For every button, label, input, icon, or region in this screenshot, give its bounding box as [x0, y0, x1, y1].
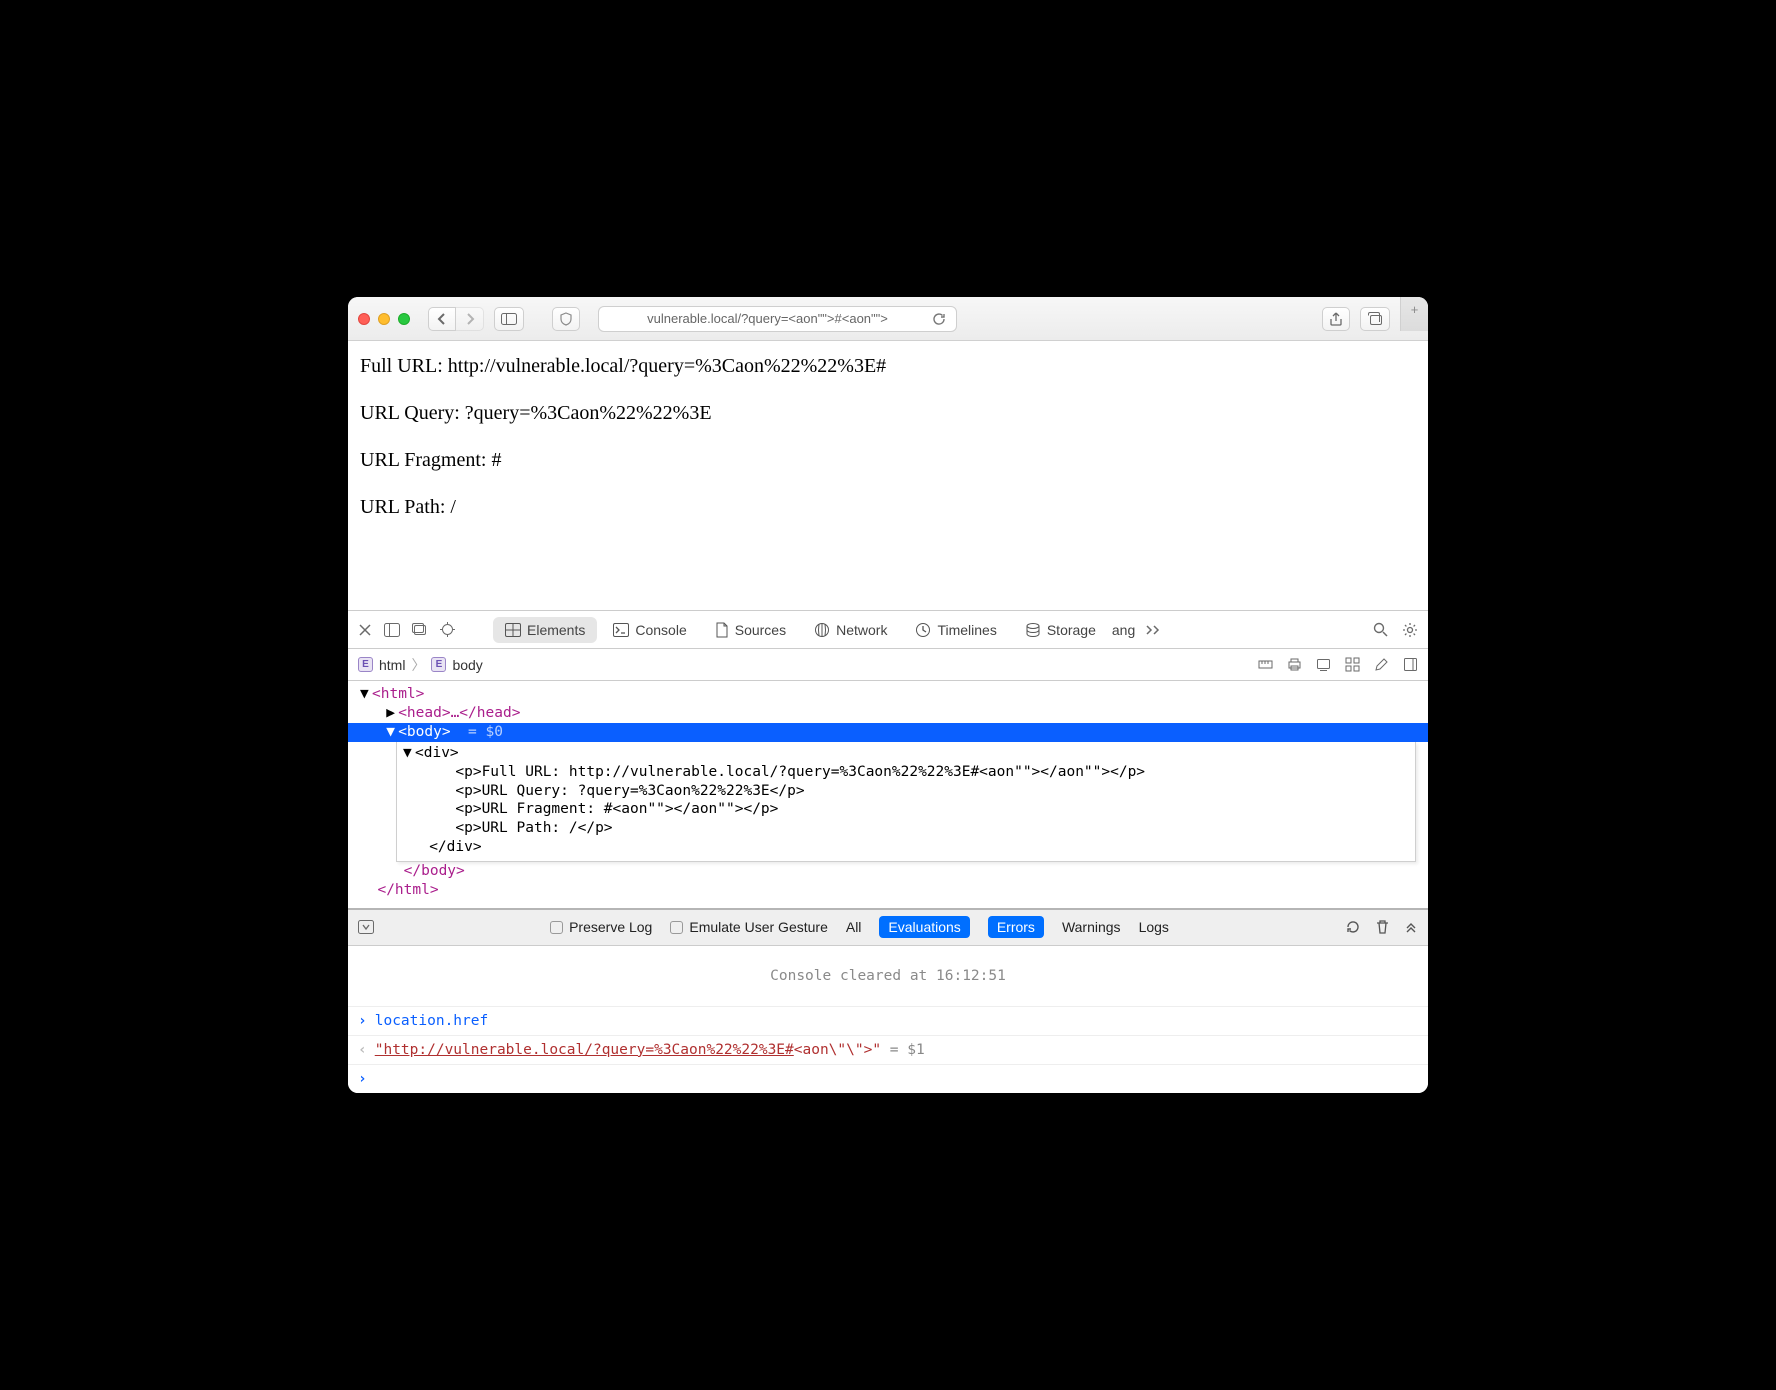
dom-p4: <p>URL Path: /</p> [455, 820, 612, 836]
close-window-button[interactable] [358, 313, 370, 325]
refresh-icon[interactable] [1345, 919, 1361, 935]
filter-warnings[interactable]: Warnings [1062, 919, 1121, 935]
search-icon[interactable] [1373, 622, 1388, 637]
chevron-right-icon [465, 313, 475, 325]
safari-window: vulnerable.local/?query=<aon"">#<aon""> … [348, 297, 1428, 1092]
zoom-window-button[interactable] [398, 313, 410, 325]
page-content: Full URL: http://vulnerable.local/?query… [348, 341, 1428, 611]
chevron-up-double-icon[interactable] [1404, 920, 1418, 934]
window-controls [358, 313, 410, 325]
pencil-icon[interactable] [1374, 657, 1389, 672]
shield-icon [559, 312, 573, 326]
prompt-in-icon: › [358, 1013, 367, 1029]
nav-buttons [428, 307, 484, 331]
dock-detach-icon[interactable] [412, 623, 428, 637]
share-icon [1329, 312, 1343, 326]
dom-div-contents[interactable]: ▼<div> <p>Full URL: http://vulnerable.lo… [396, 742, 1416, 862]
prompt-out-icon: ‹ [358, 1042, 367, 1058]
grid-icon[interactable] [1345, 657, 1360, 672]
breadcrumb-body[interactable]: body [452, 657, 482, 673]
devtools-tabs: Elements Console Sources Network Timelin… [348, 611, 1428, 649]
dom-p3: <p>URL Fragment: #<aon""></aon""></p> [455, 801, 778, 817]
dock-left-icon[interactable] [384, 623, 400, 637]
tab-more[interactable] [1139, 619, 1169, 641]
filter-errors[interactable]: Errors [988, 916, 1044, 938]
tabs-icon [1367, 312, 1383, 326]
dom-p1: <p>Full URL: http://vulnerable.local/?qu… [455, 764, 1145, 780]
storage-icon [1025, 622, 1041, 638]
preserve-log-checkbox[interactable]: Preserve Log [550, 919, 652, 935]
dom-head[interactable]: <head>…</head> [398, 705, 520, 721]
dom-html-open[interactable]: <html> [372, 686, 424, 702]
breadcrumb-html[interactable]: html [379, 657, 405, 673]
gear-icon[interactable] [1402, 622, 1418, 638]
dom-html-close: </html> [377, 882, 438, 898]
console-input-row[interactable]: › location.href [348, 1007, 1428, 1036]
sidebar-icon [501, 313, 517, 325]
console-filter-bar: Preserve Log Emulate User Gesture All Ev… [348, 910, 1428, 946]
sources-icon [715, 622, 729, 638]
minimize-window-button[interactable] [378, 313, 390, 325]
dom-tree[interactable]: ▼<html> ▶<head>…</head> ▼<body> = $0 ▼<d… [348, 681, 1428, 909]
network-icon [814, 622, 830, 638]
url-query-text: URL Query: ?query=%3Caon%22%22%3E [360, 402, 1416, 425]
filter-all[interactable]: All [846, 919, 862, 935]
ruler-icon[interactable] [1258, 657, 1273, 672]
new-tab-button[interactable]: + [1400, 297, 1428, 331]
address-bar[interactable]: vulnerable.local/?query=<aon"">#<aon""> [598, 306, 957, 332]
filter-evaluations[interactable]: Evaluations [879, 916, 969, 938]
browser-toolbar: vulnerable.local/?query=<aon"">#<aon""> … [348, 297, 1428, 341]
console-output: Console cleared at 16:12:51 › location.h… [348, 946, 1428, 1093]
tab-elements[interactable]: Elements [493, 617, 597, 643]
dom-p2: <p>URL Query: ?query=%3Caon%22%22%3E</p> [455, 783, 804, 799]
dom-body-selected[interactable]: ▼<body> = $0 [348, 723, 1428, 742]
share-button[interactable] [1322, 307, 1350, 331]
element-badge-icon: E [358, 657, 373, 672]
back-button[interactable] [428, 307, 456, 331]
trash-icon[interactable] [1375, 919, 1390, 935]
url-fragment-text: URL Fragment: # [360, 449, 1416, 472]
tabs-button[interactable] [1360, 307, 1390, 331]
sidebar-button[interactable] [494, 307, 524, 331]
element-badge-icon: E [431, 657, 446, 672]
filter-logs[interactable]: Logs [1139, 919, 1169, 935]
tab-sources[interactable]: Sources [703, 617, 798, 643]
timelines-icon [915, 622, 931, 638]
privacy-report-button[interactable] [552, 307, 580, 331]
console-prompt-row[interactable]: › [348, 1065, 1428, 1093]
elements-icon [505, 623, 521, 637]
target-icon[interactable] [440, 622, 455, 637]
emulate-gesture-checkbox[interactable]: Emulate User Gesture [670, 919, 828, 935]
chevron-left-icon [437, 313, 447, 325]
console-output-row[interactable]: ‹ "http://vulnerable.local/?query=%3Caon… [348, 1036, 1428, 1065]
tab-storage[interactable]: Storage [1013, 617, 1108, 643]
url-path-text: URL Path: / [360, 496, 1416, 519]
chevron-double-right-icon [1145, 624, 1163, 636]
reload-icon[interactable] [932, 312, 946, 326]
address-url: vulnerable.local/?query=<aon"">#<aon""> [609, 311, 926, 326]
prompt-in-icon: › [358, 1071, 367, 1087]
dom-breadcrumb: E html 〉 E body [348, 649, 1428, 681]
tab-console[interactable]: Console [601, 617, 698, 643]
dropdown-icon[interactable] [358, 920, 374, 934]
full-url-text: Full URL: http://vulnerable.local/?query… [360, 355, 1416, 378]
print-icon[interactable] [1287, 657, 1302, 672]
tab-timelines[interactable]: Timelines [903, 617, 1008, 643]
console-input-1: location.href [375, 1013, 489, 1029]
screen-icon[interactable] [1316, 657, 1331, 672]
panel-icon[interactable] [1403, 657, 1418, 672]
dom-body-close: </body> [404, 863, 465, 879]
close-icon[interactable] [358, 623, 372, 637]
forward-button[interactable] [456, 307, 484, 331]
console-icon [613, 623, 629, 637]
console-cleared-msg: Console cleared at 16:12:51 [348, 946, 1428, 1007]
tab-network[interactable]: Network [802, 617, 899, 643]
